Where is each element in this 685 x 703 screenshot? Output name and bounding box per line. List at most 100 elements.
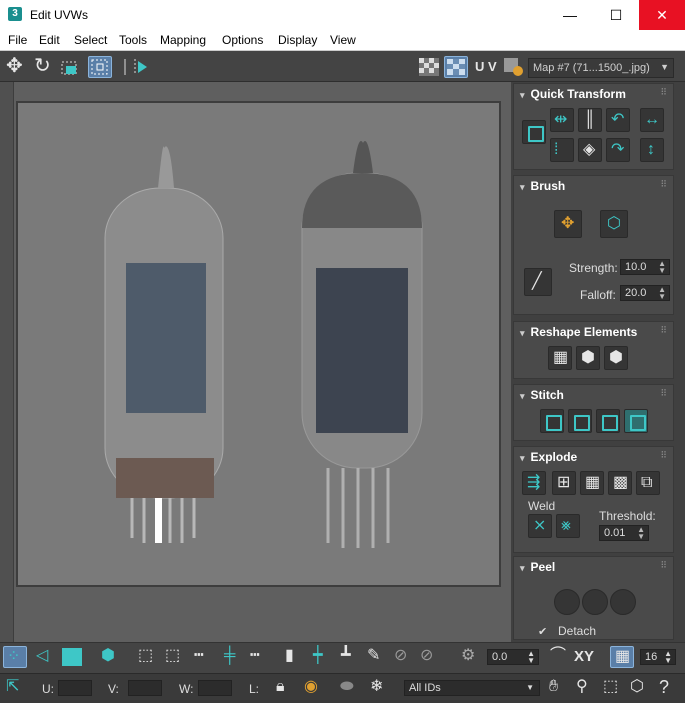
spinner-arrows-icon[interactable]: ▲ ▼ bbox=[527, 650, 535, 665]
falloff-spinner[interactable]: 20.0 ▲ ▼ bbox=[620, 285, 670, 301]
paint-select-button[interactable]: ✎ bbox=[362, 646, 386, 668]
shrink-select-button[interactable]: ⬚ bbox=[162, 646, 186, 668]
absolute-offset-toggle[interactable]: ⇱ bbox=[3, 677, 27, 699]
spinner-arrows-icon[interactable]: ▲ ▼ bbox=[658, 286, 666, 301]
stitch-average-button[interactable] bbox=[596, 409, 620, 433]
stitch-to-target-button[interactable] bbox=[624, 409, 648, 433]
align-vertical-button[interactable]: ║ bbox=[578, 108, 602, 132]
peel-mode-button[interactable] bbox=[582, 589, 608, 615]
space-vertical-button[interactable]: ↕ bbox=[640, 138, 664, 162]
ring-select-button[interactable]: ╪ bbox=[220, 646, 244, 668]
material-id-dropdown[interactable]: All IDs ▼ bbox=[404, 680, 540, 696]
stitch-custom-button[interactable] bbox=[540, 409, 564, 433]
align-horizontal-button[interactable]: ⇹ bbox=[550, 108, 574, 132]
zoom-button[interactable]: ⚲ bbox=[572, 677, 596, 699]
menu-view[interactable]: View bbox=[330, 33, 356, 47]
uv-axis-button[interactable]: U V bbox=[473, 56, 501, 78]
pan-button[interactable]: ✋︎ bbox=[545, 677, 569, 699]
falloff-curve-button[interactable]: ╱ bbox=[524, 268, 552, 296]
strength-spinner[interactable]: 10.0 ▲ ▼ bbox=[620, 259, 670, 275]
vertex-select-button[interactable]: ⁘ bbox=[3, 646, 27, 668]
zoom-extents-button[interactable]: ⬡ bbox=[626, 677, 650, 699]
edge-select-button[interactable]: ◁ bbox=[32, 646, 56, 668]
uv-texture-frame[interactable] bbox=[16, 101, 501, 587]
break-by-smoothing-button[interactable]: ⊞ bbox=[552, 471, 576, 495]
map-options-button[interactable] bbox=[502, 56, 526, 78]
reset-peel-button[interactable] bbox=[610, 589, 636, 615]
face-select-button[interactable] bbox=[60, 646, 84, 668]
filter-selected-button[interactable]: ⬬ bbox=[337, 677, 361, 699]
xy-axis-button[interactable]: XY bbox=[573, 646, 601, 668]
relax-brush-button[interactable]: ⬡ bbox=[600, 210, 628, 238]
mirror-tool-button[interactable] bbox=[121, 56, 147, 78]
element-select-button[interactable]: ⬢ bbox=[97, 646, 121, 668]
v-input[interactable] bbox=[128, 680, 162, 696]
threshold-spinner[interactable]: 0.01 ▲ ▼ bbox=[599, 525, 649, 541]
align-to-edge-button[interactable] bbox=[522, 120, 546, 144]
relax-button[interactable]: ⬢ bbox=[604, 346, 628, 370]
soft-select-button[interactable]: ┿ bbox=[308, 646, 332, 668]
straighten-button[interactable]: ⁞ bbox=[550, 138, 574, 162]
spinner-arrows-icon[interactable]: ▲ ▼ bbox=[664, 650, 672, 665]
hide-show-button[interactable]: ◉ bbox=[300, 677, 324, 699]
explode-header[interactable]: Explode bbox=[520, 450, 578, 464]
minimize-button[interactable]: — bbox=[547, 0, 593, 30]
break-by-polygroups-button[interactable]: ⇶ bbox=[522, 471, 546, 495]
weld-selected-button[interactable]: ⨯ bbox=[528, 514, 552, 538]
menu-select[interactable]: Select bbox=[74, 33, 107, 47]
select-by-smoothing-button[interactable]: ┻ bbox=[336, 646, 360, 668]
break-by-material-button[interactable]: ▦ bbox=[580, 471, 604, 495]
menu-edit[interactable]: Edit bbox=[39, 33, 60, 47]
stitch-header[interactable]: Stitch bbox=[520, 388, 564, 402]
menu-mapping[interactable]: Mapping bbox=[160, 33, 206, 47]
peel-header[interactable]: Peel bbox=[520, 560, 556, 574]
detach-checkbox[interactable]: ✔ bbox=[538, 625, 547, 638]
loop-grow-button[interactable]: ┅ bbox=[248, 646, 272, 668]
reshape-header[interactable]: Reshape Elements bbox=[520, 325, 638, 339]
curve-tool-button[interactable]: ⌒ bbox=[546, 646, 570, 668]
zoom-region-button[interactable]: ⬚ bbox=[599, 677, 623, 699]
space-horizontal-button[interactable]: ↔ bbox=[640, 108, 664, 132]
break-edges-button[interactable]: ⧉ bbox=[636, 471, 660, 495]
texture-toggle-button[interactable] bbox=[444, 56, 468, 78]
close-button[interactable]: ✕ bbox=[639, 0, 685, 30]
paint-select-grow-button[interactable]: ⊘ bbox=[390, 646, 414, 668]
map-select-dropdown[interactable]: Map #7 (71...1500_.jpg) ▼ bbox=[528, 58, 674, 78]
maximize-button[interactable]: ☐ bbox=[593, 0, 639, 30]
quick-peel-button[interactable] bbox=[554, 589, 580, 615]
point-to-point-button[interactable]: ▮ bbox=[278, 646, 302, 668]
move-tool-button[interactable]: ✥ bbox=[4, 56, 28, 78]
paint-move-button[interactable]: ✥ bbox=[554, 210, 582, 238]
menu-file[interactable]: File bbox=[8, 33, 27, 47]
straighten-selection-button[interactable]: ▦ bbox=[548, 346, 572, 370]
menu-tools[interactable]: Tools bbox=[119, 33, 147, 47]
menu-display[interactable]: Display bbox=[278, 33, 317, 47]
spinner-arrows-icon[interactable]: ▲ ▼ bbox=[637, 526, 645, 541]
loop-select-button[interactable]: ┅ bbox=[192, 646, 216, 668]
paint-select-shrink-button[interactable]: ⊘ bbox=[416, 646, 440, 668]
flatten-by-angle-button[interactable]: ▩ bbox=[608, 471, 632, 495]
freeform-tool-button[interactable] bbox=[88, 56, 112, 78]
scale-tool-button[interactable] bbox=[58, 56, 82, 78]
weld-all-button[interactable]: ⨳ bbox=[556, 514, 580, 538]
rotate-ccw-button[interactable]: ↶ bbox=[606, 108, 630, 132]
u-input[interactable] bbox=[58, 680, 92, 696]
rotate-tool-button[interactable]: ↻ bbox=[31, 56, 55, 78]
stitch-to-source-button[interactable] bbox=[568, 409, 592, 433]
help-button[interactable]: ? bbox=[653, 677, 677, 699]
rotate-amount-input[interactable]: 0.0 ▲ ▼ bbox=[487, 649, 539, 665]
freeze-button[interactable]: ❄ bbox=[366, 677, 390, 699]
grid-size-input[interactable]: 16 ▲ ▼ bbox=[640, 649, 676, 665]
relax-until-flat-button[interactable]: ⬢ bbox=[576, 346, 600, 370]
rotate-cw-button[interactable]: ↷ bbox=[606, 138, 630, 162]
checker-toggle-button[interactable] bbox=[417, 56, 441, 78]
grid-snap-button[interactable]: ▦ bbox=[610, 646, 634, 668]
brush-header[interactable]: Brush bbox=[520, 179, 566, 193]
w-input[interactable] bbox=[198, 680, 232, 696]
rotate-snap-button[interactable]: ⚙ bbox=[457, 646, 481, 668]
spinner-arrows-icon[interactable]: ▲ ▼ bbox=[658, 260, 666, 275]
grow-select-button[interactable]: ⬚ bbox=[135, 646, 159, 668]
lock-selection-button[interactable]: 🔒︎ bbox=[272, 677, 296, 699]
menu-options[interactable]: Options bbox=[222, 33, 263, 47]
quick-transform-header[interactable]: Quick Transform bbox=[520, 87, 626, 101]
